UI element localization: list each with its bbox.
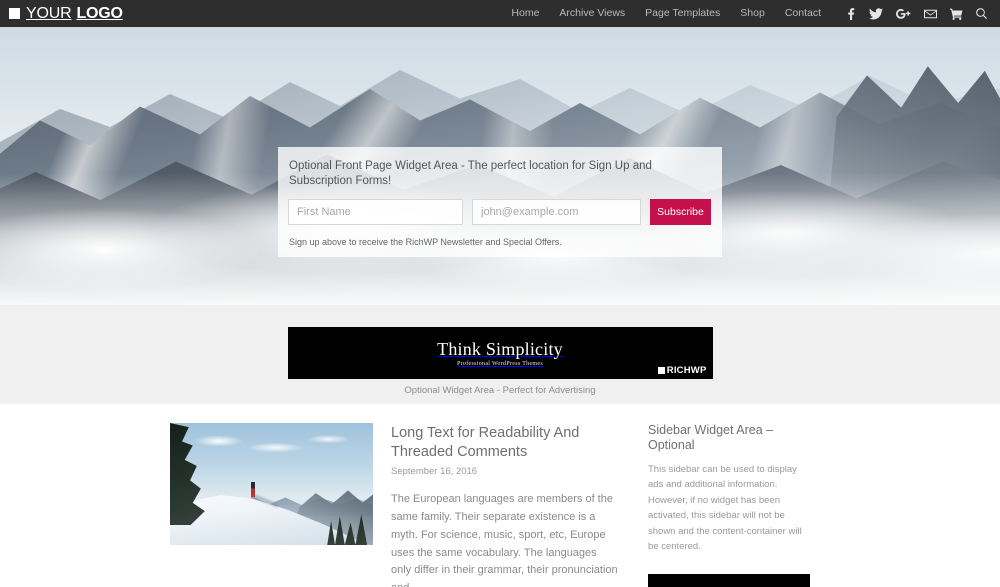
post-date: September 16, 2016 — [391, 466, 478, 478]
advertisement-banner[interactable]: Think Simplicity Professional WordPress … — [287, 327, 713, 379]
post-thumbnail-hiker[interactable] — [170, 423, 373, 545]
sidebar-widget-text: This sidebar can be used to display ads … — [648, 464, 802, 552]
advertising-widget-area: Think Simplicity Professional WordPress … — [0, 305, 1000, 404]
first-name-input[interactable] — [288, 198, 463, 225]
sidebar-widget-title: Sidebar Widget Area – Optional — [648, 423, 774, 452]
primary-navigation: Home Archive Views Page Templates Shop C… — [511, 8, 821, 19]
ad-area-caption: Optional Widget Area - Perfect for Adver… — [404, 385, 596, 396]
nav-item-home[interactable]: Home — [511, 8, 539, 19]
subscription-note: Sign up above to receive the RichWP News… — [289, 236, 562, 247]
cart-icon[interactable] — [950, 8, 963, 20]
site-logo[interactable]: YOUR LOGO — [9, 4, 123, 22]
header-right: Home Archive Views Page Templates Shop C… — [511, 7, 988, 20]
front-page-widget: Optional Front Page Widget Area - The pe… — [278, 147, 722, 257]
thumb-hiker-figure — [251, 481, 256, 497]
front-page-widget-title: Optional Front Page Widget Area - The pe… — [289, 160, 652, 187]
twitter-icon[interactable] — [869, 7, 883, 20]
ad-banner-subtitle: Professional WordPress Themes — [457, 360, 543, 367]
post-title-link[interactable]: Long Text for Readability And Threaded C… — [391, 425, 579, 460]
nav-item-archive-views[interactable]: Archive Views — [559, 8, 625, 19]
logo-square-icon — [9, 8, 20, 19]
ad-brand-square-icon — [657, 367, 665, 374]
sidebar-advertisement[interactable]: Think Simplicity Professional WordPress … — [648, 574, 810, 587]
nav-item-contact[interactable]: Contact — [785, 8, 821, 19]
email-icon[interactable] — [924, 9, 937, 19]
post-item-1: Long Text for Readability And Threaded C… — [170, 423, 618, 587]
site-header: YOUR LOGO Home Archive Views Page Templat… — [0, 0, 1000, 27]
google-plus-icon[interactable] — [896, 8, 911, 20]
nav-item-page-templates[interactable]: Page Templates — [645, 8, 720, 19]
ad-banner-title: Think Simplicity — [437, 338, 563, 359]
logo-text-prefix: YOUR — [26, 4, 72, 22]
ad-brand-text: RICHWP — [666, 365, 707, 376]
post-title: Long Text for Readability And Threaded C… — [391, 424, 618, 461]
sidebar: Sidebar Widget Area – Optional This side… — [648, 423, 811, 587]
thumb-clouds — [170, 429, 373, 459]
posts-column: Long Text for Readability And Threaded C… — [170, 423, 618, 587]
nav-item-shop[interactable]: Shop — [740, 8, 765, 19]
facebook-icon[interactable] — [845, 7, 856, 20]
hero-banner: Optional Front Page Widget Area - The pe… — [0, 27, 1000, 305]
sidebar-text-widget: Sidebar Widget Area – Optional This side… — [648, 423, 811, 554]
social-links — [845, 7, 988, 20]
ad-brand-logo: RICHWP — [657, 365, 707, 376]
post-excerpt: The European languages are members of th… — [391, 493, 618, 587]
search-icon[interactable] — [976, 7, 988, 20]
logo-text-suffix: LOGO — [76, 4, 123, 22]
email-input[interactable] — [472, 198, 641, 225]
content-container: Long Text for Readability And Threaded C… — [170, 423, 830, 587]
subscribe-button[interactable]: Subscribe — [650, 198, 711, 225]
subscription-form: Subscribe — [288, 198, 712, 225]
main-content: Long Text for Readability And Threaded C… — [0, 404, 1000, 587]
post-body: Long Text for Readability And Threaded C… — [391, 423, 618, 587]
